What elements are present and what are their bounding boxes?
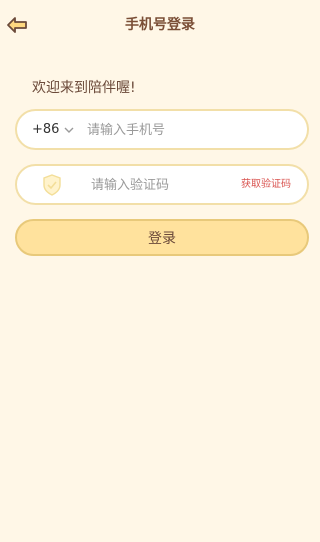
page-title: 手机号登录 xyxy=(125,17,195,33)
welcome-text: 欢迎来到陪伴喔! xyxy=(32,80,136,96)
get-code-button[interactable]: 获取验证码 xyxy=(241,176,291,193)
chevron-down-icon xyxy=(64,125,74,135)
login-button[interactable]: 登录 xyxy=(15,219,309,256)
phone-field: +86 xyxy=(15,109,309,150)
header: 手机号登录 xyxy=(0,0,320,50)
country-code: +86 xyxy=(32,122,60,137)
shield-check-icon xyxy=(43,174,61,196)
country-code-selector[interactable]: +86 xyxy=(32,120,74,140)
verification-code-input[interactable] xyxy=(91,174,231,196)
verification-code-field: 获取验证码 xyxy=(15,164,309,205)
phone-input[interactable] xyxy=(87,119,287,141)
